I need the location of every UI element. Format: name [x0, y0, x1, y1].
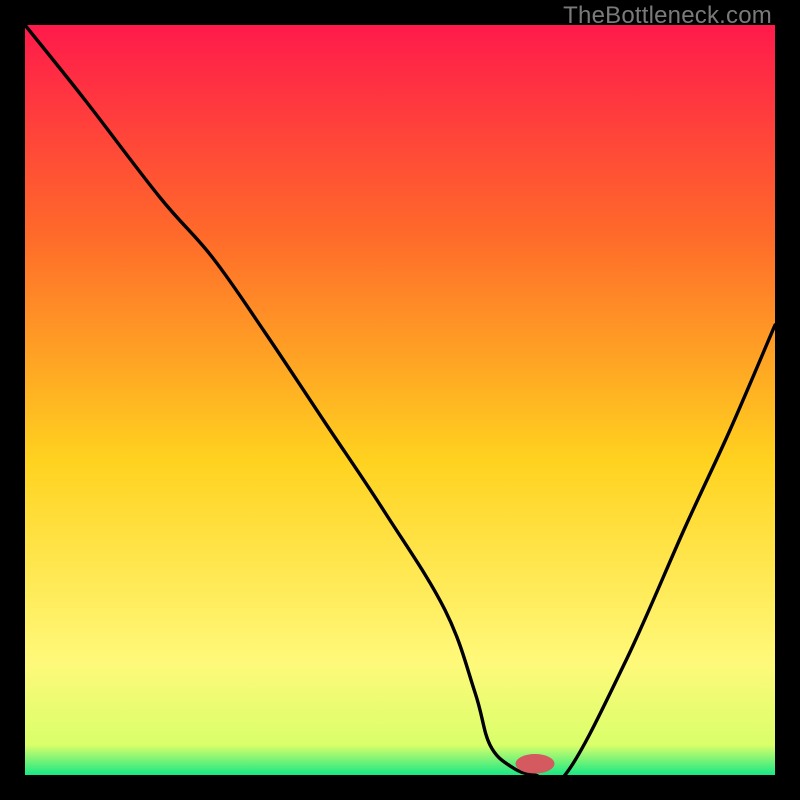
chart-frame: TheBottleneck.com [0, 0, 800, 800]
gradient-background [25, 25, 775, 775]
bottleneck-chart [25, 25, 775, 775]
plot-area [25, 25, 775, 775]
optimal-marker [516, 754, 555, 774]
